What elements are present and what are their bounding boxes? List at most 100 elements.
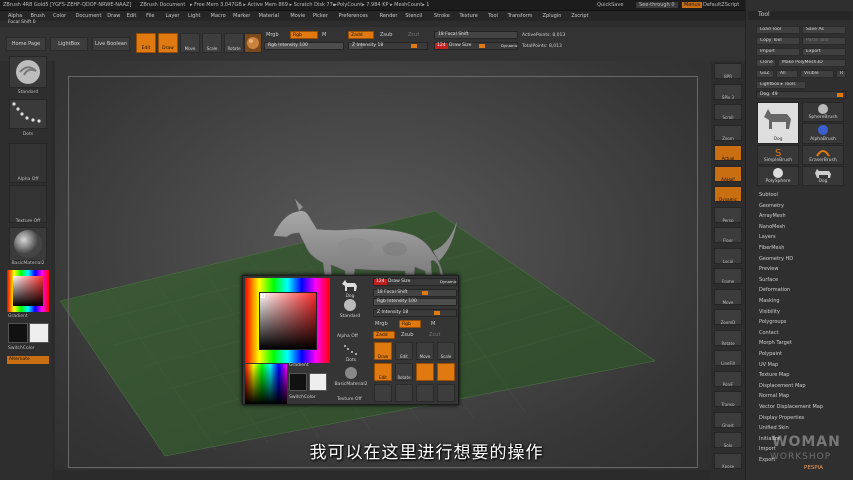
popup-rotate-button[interactable]: Rotate xyxy=(395,363,413,381)
popup-color-square[interactable] xyxy=(259,292,317,350)
tool-item-preview[interactable]: Preview xyxy=(759,266,778,272)
menu-stencil[interactable]: Stencil xyxy=(405,13,422,19)
mrgb-toggle[interactable]: Mrgb xyxy=(266,32,279,38)
menu-alpha[interactable]: Alpha xyxy=(8,13,22,19)
make-polymesh-button[interactable]: Make PolyMesh3D xyxy=(778,59,846,67)
popup-orange-button-1[interactable] xyxy=(416,363,434,381)
color-saturation-square[interactable] xyxy=(13,276,43,306)
popup-mrgb[interactable]: Mrgb xyxy=(375,321,388,327)
m-toggle[interactable]: M xyxy=(322,32,326,38)
draw-mode-button[interactable]: Draw xyxy=(158,33,178,53)
menu-render[interactable]: Render xyxy=(380,13,398,19)
edit-mode-button[interactable]: Edit xyxy=(136,33,156,53)
shelf-persp-button[interactable]: Persp xyxy=(714,206,742,223)
texture-thumbnail[interactable] xyxy=(9,185,47,223)
zsub-toggle[interactable]: Zsub xyxy=(380,32,392,38)
tool-item-uv-map[interactable]: UV Map xyxy=(759,362,778,368)
export-button[interactable]: Export xyxy=(802,48,846,56)
brush-thumbnail[interactable] xyxy=(9,56,47,88)
tool-palette-header[interactable]: Tool xyxy=(748,11,852,20)
tool-item-fibermesh[interactable]: FiberMesh xyxy=(759,245,784,251)
menu-draw[interactable]: Draw xyxy=(107,13,120,19)
popup-z-slider[interactable]: Z Intensity 18 xyxy=(373,309,457,317)
menu-preferences[interactable]: Preferences xyxy=(339,13,368,19)
popup-stroke-thumb[interactable]: Dots xyxy=(341,344,361,364)
tool-item-polygroups[interactable]: Polygroups xyxy=(759,319,786,325)
tool-item-vector-displacement-map[interactable]: Vector Displacement Map xyxy=(759,404,823,410)
shelf-frame-button[interactable]: Frame xyxy=(714,268,742,284)
popup-brush-palette[interactable]: Gradient SwitchColor Dog Standard Alpha … xyxy=(242,275,459,405)
r-button[interactable]: R xyxy=(836,70,846,78)
popup-brush-thumb[interactable]: Standard xyxy=(335,298,365,320)
popup-rgb-slider[interactable]: Rgb Intensity 100 xyxy=(373,298,457,306)
draw-size-slider[interactable]: 124 Draw Size Dynamic xyxy=(434,42,518,50)
live-boolean-button[interactable]: Live Boolean xyxy=(92,37,130,51)
move-mode-button[interactable]: Move xyxy=(180,33,200,53)
shelf-linefill-button[interactable]: LineFill xyxy=(714,350,742,366)
menu-zscript[interactable]: Zscript xyxy=(571,13,588,19)
all-button[interactable]: All xyxy=(776,70,798,78)
tool-thumb-spherebrush[interactable]: SphereBrush xyxy=(802,102,844,122)
goz-button[interactable]: GoZ xyxy=(756,70,774,78)
popup-bottom-button-2[interactable] xyxy=(395,384,413,402)
popup-dynamic-toggle[interactable]: Dynamic xyxy=(440,279,457,285)
popup-draw-size-slider[interactable]: 124 Draw Size Dynamic xyxy=(373,278,457,286)
menu-file[interactable]: File xyxy=(146,13,154,19)
popup-material-thumb[interactable]: BasicMaterial2 xyxy=(331,366,371,388)
copy-tool-button[interactable]: Copy Tool xyxy=(756,37,800,45)
z-intensity-knob[interactable] xyxy=(411,44,417,48)
shelf-zoomd-button[interactable]: ZoomD xyxy=(714,309,742,325)
rgb-toggle[interactable]: Rgb xyxy=(290,31,318,39)
shelf-scroll-button[interactable]: Scroll xyxy=(714,104,742,120)
color-cursor[interactable] xyxy=(261,294,265,298)
tool-slider[interactable]: Dog. 49 xyxy=(756,91,846,99)
tool-thumb-simplebrush[interactable]: S SimpleBrush xyxy=(757,145,799,165)
shelf-bpr-button[interactable]: BPR xyxy=(714,63,742,79)
tool-item-nanomesh[interactable]: NanoMesh xyxy=(759,224,785,230)
tool-item-masking[interactable]: Masking xyxy=(759,298,780,304)
tool-item-arraymesh[interactable]: ArrayMesh xyxy=(759,213,786,219)
menus-toggle[interactable]: Menus xyxy=(682,2,703,8)
popup-switch-color[interactable]: SwitchColor xyxy=(289,395,316,400)
menu-light[interactable]: Light xyxy=(188,13,200,19)
menu-brush[interactable]: Brush xyxy=(31,13,45,19)
popup-focal-slider[interactable]: 18 Focal Shift xyxy=(373,289,457,297)
zcut-toggle[interactable]: Zcut xyxy=(408,32,419,38)
menu-movie[interactable]: Movie xyxy=(290,13,305,19)
popup-texture-label[interactable]: Texture Off xyxy=(337,397,362,402)
scale-mode-button[interactable]: Scale xyxy=(202,33,222,53)
import-button[interactable]: Import xyxy=(756,48,800,56)
tool-item-subtool[interactable]: Subtool xyxy=(759,192,778,198)
popup-zcut[interactable]: Zcut xyxy=(429,332,440,338)
tool-slider-knob[interactable] xyxy=(837,93,843,97)
zadd-toggle[interactable]: Zadd xyxy=(348,31,374,39)
lightbox-button[interactable]: LightBox xyxy=(50,37,88,51)
shelf-move-button[interactable]: Move xyxy=(714,288,742,305)
shelf-floor-button[interactable]: Floor xyxy=(714,227,742,243)
home-page-button[interactable]: Home Page xyxy=(6,37,46,51)
lightbox-tools-button[interactable]: Lightbox ▸ Tools xyxy=(756,81,806,89)
tool-thumb-polysphere[interactable]: PolySphere xyxy=(757,166,799,186)
menu-macro[interactable]: Macro xyxy=(211,13,226,19)
color-picker[interactable] xyxy=(7,270,49,312)
focal-shift-slider[interactable]: 18 Focal Shift xyxy=(434,31,518,39)
load-tool-button[interactable]: Load Tool xyxy=(756,26,800,34)
tool-item-polypaint[interactable]: Polypaint xyxy=(759,351,782,357)
paste-tool-button[interactable]: Paste Tool xyxy=(802,37,846,45)
popup-edit-mode-button[interactable]: Edit xyxy=(374,363,392,381)
tool-item-normal-map[interactable]: Normal Map xyxy=(759,393,789,399)
tool-item-geometry[interactable]: Geometry xyxy=(759,203,784,209)
menu-texture[interactable]: Texture xyxy=(460,13,478,19)
visible-button[interactable]: Visible xyxy=(800,70,834,78)
popup-rgb-toggle[interactable]: Rgb xyxy=(399,320,421,328)
tool-item-geometry-hd[interactable]: Geometry HD xyxy=(759,256,793,262)
shelf-polyf-button[interactable]: PolyF xyxy=(714,370,742,387)
rotate-mode-button[interactable]: Rotate xyxy=(224,33,244,53)
material-thumbnail[interactable] xyxy=(9,227,47,261)
shelf-ghost-button[interactable]: Ghost xyxy=(714,411,742,428)
tool-item-display-properties[interactable]: Display Properties xyxy=(759,415,804,421)
popup-z-knob[interactable] xyxy=(434,311,440,315)
tool-item-contact[interactable]: Contact xyxy=(759,330,778,336)
popup-m-toggle[interactable]: M xyxy=(431,321,435,327)
shelf-rotate-button[interactable]: Rotate xyxy=(714,329,742,346)
